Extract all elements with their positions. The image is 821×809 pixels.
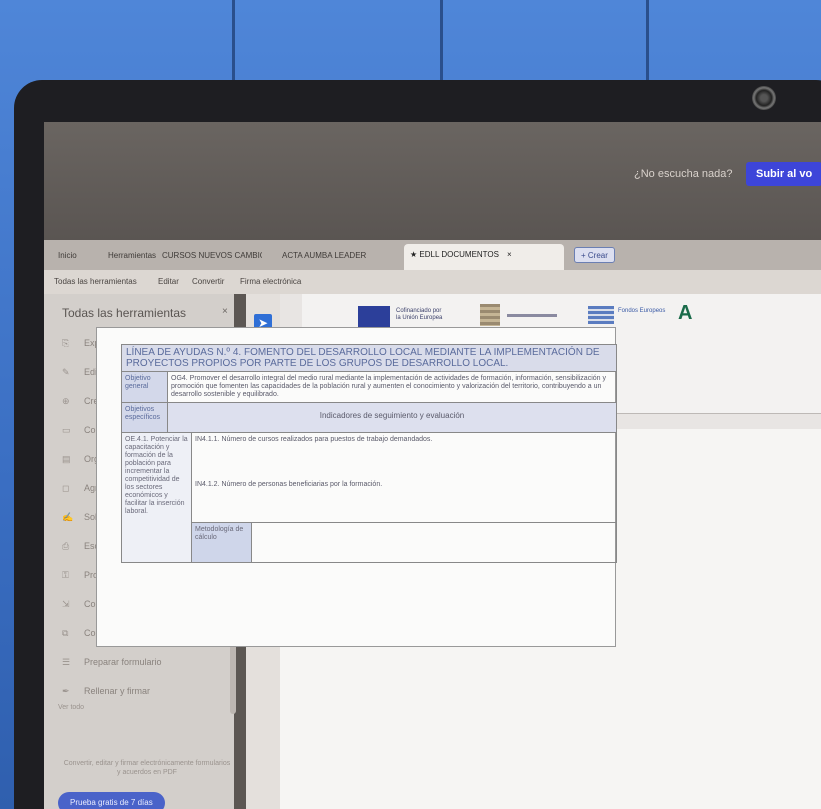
comment-icon: ◻ [62, 483, 70, 493]
sidebar-footer-text: Convertir, editar y firmar electrónicame… [63, 760, 231, 776]
fill-sign-icon: ✒ [62, 686, 70, 696]
audio-hint-link[interactable]: ¿No escucha nada? [634, 168, 732, 180]
menu-all-tools[interactable]: Todas las herramientas [54, 277, 137, 286]
tab-tools[interactable]: Herramientas [102, 245, 162, 266]
indicators-header: Indicadores de seguimiento y evaluación [168, 403, 616, 432]
sidebar-item[interactable]: ✒ Rellenar y firmar [62, 686, 150, 697]
table-title: LÍNEA DE AYUDAS N.º 4. FOMENTO DEL DESAR… [121, 344, 617, 372]
menu-edit[interactable]: Editar [158, 277, 179, 286]
method-value [252, 523, 616, 562]
indicator-2: IN4.1.2. Número de personas beneficiaria… [192, 478, 616, 524]
tab-acta[interactable]: ACTA AUMBA LEADER [276, 245, 388, 266]
new-tab-button[interactable]: + Crear [574, 247, 615, 263]
aid-line-table: LÍNEA DE AYUDAS N.º 4. FOMENTO DEL DESAR… [121, 344, 617, 563]
sidebar-title: Todas las herramientas [62, 306, 187, 320]
upload-button[interactable]: Subir al vo [746, 162, 821, 186]
export-pdf-icon: ⎘ [62, 338, 70, 348]
specific-objective-text: OE.4.1. Potenciar la capacitación y form… [122, 433, 192, 562]
menu-bar: Todas las herramientas Editar Convertir … [44, 270, 821, 294]
edit-pdf-icon: ✎ [62, 367, 70, 377]
general-objective-label: Objetivo general [122, 372, 168, 402]
table-row: Objetivos específicos Indicadores de seg… [121, 403, 617, 433]
table-row: Objetivo general OG4. Promover el desarr… [121, 372, 617, 403]
tab-edll-label: EDLL DOCUMENTOS [419, 250, 499, 259]
organize-pages-icon: ▤ [62, 454, 71, 464]
eu-flag-logo [358, 306, 390, 328]
indicator-1: IN4.1.1. Número de cursos realizados par… [195, 436, 433, 443]
junta-andalucia-logo: A [678, 302, 693, 324]
scan-ocr-icon: ⎙ [62, 541, 70, 551]
tab-edll[interactable]: ★ EDLL DOCUMENTOS × [404, 244, 564, 270]
star-icon: ★ [410, 250, 420, 259]
sidebar-item[interactable]: ☰ Preparar formulario [62, 657, 162, 668]
fondos-europeos-text: Fondos Europeos [618, 308, 666, 314]
method-row: Metodología de cálculo [192, 523, 616, 563]
tab-home[interactable]: Inicio [52, 245, 83, 266]
laptop-screen: ¿No escucha nada? Subir al vo Inicio Her… [44, 122, 821, 809]
collapse-icon[interactable]: × [222, 306, 228, 317]
tab-bar: Inicio Herramientas CURSOS NUEVOS CAMBIO… [44, 240, 821, 270]
spain-government-logo [480, 304, 500, 326]
general-objective-text: OG4. Promover el desarrollo integral del… [171, 375, 606, 398]
e-signature-icon: ✍ [62, 512, 74, 522]
compress-pdf-icon: ⇲ [62, 599, 70, 609]
menu-convert[interactable]: Convertir [192, 277, 224, 286]
indicators-cell: IN4.1.1. Número de cursos realizados par… [192, 433, 616, 563]
menu-esign[interactable]: Firma electrónica [240, 277, 301, 286]
create-pdf-icon: ⊕ [62, 396, 70, 406]
fondos-europeos-logo [588, 306, 614, 324]
table-row: OE.4.1. Potenciar la capacitación y form… [121, 433, 617, 563]
webcam-icon [752, 86, 776, 110]
sidebar-item-label: Preparar formulario [84, 657, 162, 667]
see-all-link[interactable]: Ver todo [58, 704, 84, 711]
combine-files-icon: ▭ [62, 425, 71, 435]
sidebar-item-label: Rellenar y firmar [84, 686, 151, 696]
video-toolbar: ¿No escucha nada? Subir al vo [44, 122, 821, 240]
protect-pdf-icon: ⚿ [62, 570, 69, 580]
ministry-logo-line [507, 314, 557, 317]
specific-objectives-label: Objetivos específicos [122, 403, 168, 432]
compare-pdf-icon: ⧉ [62, 628, 69, 638]
close-icon[interactable]: × [507, 250, 512, 259]
prepare-form-icon: ☰ [62, 657, 71, 667]
tab-cursos[interactable]: CURSOS NUEVOS CAMBIOS [156, 245, 262, 266]
eu-logo-text: Cofinanciado por la Unión Europea [396, 308, 443, 321]
method-label: Metodología de cálculo [192, 523, 252, 563]
free-trial-button[interactable]: Prueba gratis de 7 días [58, 792, 165, 809]
pdf-document-page: LÍNEA DE AYUDAS N.º 4. FOMENTO DEL DESAR… [96, 327, 617, 647]
